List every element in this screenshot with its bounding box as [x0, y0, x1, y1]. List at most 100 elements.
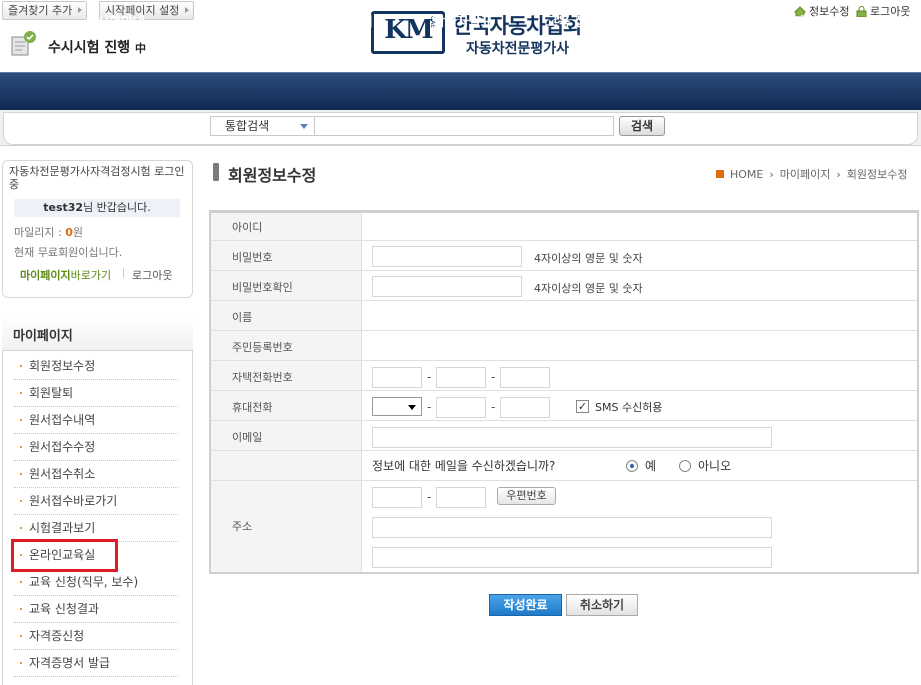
mypage-shortcut-bold: 마이페이지	[20, 269, 71, 282]
mail-no-radio[interactable]	[679, 460, 691, 472]
bullet-icon	[20, 554, 22, 556]
bullet-icon	[20, 446, 22, 448]
sidebar-item-application-edit[interactable]: 원서접수수정	[14, 434, 178, 461]
label-address: 주소	[232, 520, 253, 533]
sms-label: SMS 수신허용	[595, 401, 663, 414]
nav-exam-guide[interactable]: 시험안내	[97, 11, 145, 30]
breadcrumb-mypage[interactable]: 마이페이지	[780, 166, 831, 182]
chevron-right-icon: ›	[836, 167, 841, 181]
search-button[interactable]: 검색	[619, 116, 665, 136]
bullet-icon	[20, 365, 22, 367]
mobile-3[interactable]	[500, 397, 550, 418]
sidebar-item-online-classroom[interactable]: 온라인교육실	[11, 539, 118, 572]
search-category-select[interactable]: 통합검색	[210, 116, 315, 136]
nav-help-center[interactable]: 문의센터	[664, 11, 712, 30]
email-field[interactable]	[372, 427, 772, 448]
chevron-down-icon	[300, 124, 308, 129]
mileage: 마일리지 : 0원	[14, 224, 83, 240]
logout-link[interactable]: 로그아웃	[132, 267, 172, 283]
mileage-value: 0	[65, 226, 73, 239]
bullet-icon	[20, 608, 22, 610]
arrow-right-icon	[78, 7, 83, 13]
home-phone-3[interactable]	[500, 367, 550, 388]
search-input[interactable]	[314, 116, 614, 136]
password-field[interactable]	[372, 246, 522, 267]
breadcrumb-home[interactable]: HOME	[730, 168, 763, 181]
bullet-icon	[20, 500, 22, 502]
row-divider	[211, 360, 917, 361]
row-divider	[211, 450, 917, 451]
mail-yes-radio[interactable]	[626, 460, 638, 472]
cancel-button[interactable]: 취소하기	[566, 594, 638, 616]
exam-status-text: 수시시험 진행	[48, 40, 131, 56]
sidebar-item-education-apply[interactable]: 교육 신청(직무, 보수)	[14, 569, 178, 596]
nav-mypage[interactable]: 마이페이지	[770, 11, 830, 30]
mail-no-label: 아니오	[698, 459, 732, 473]
nav-take-exam[interactable]: 시험보기	[325, 11, 373, 30]
label-home-phone: 자택전화번호	[232, 371, 293, 384]
sidebar-item-application-cancel[interactable]: 원서접수취소	[14, 461, 178, 488]
sidebar-item-label: 교육 신청결과	[29, 602, 100, 616]
mileage-unit: 원	[72, 226, 83, 239]
breadcrumb: HOME › 마이페이지 › 회원정보수정	[716, 166, 908, 182]
sidebar-item-certificate-issue[interactable]: 자격증명서 발급	[14, 650, 178, 677]
row-divider	[211, 300, 917, 301]
nav-education[interactable]: 교육 접수	[546, 11, 598, 30]
sidebar-item-application-shortcut[interactable]: 원서접수바로가기	[14, 488, 178, 515]
mail-question: 정보에 대한 메일을 수신하겠습니까?	[372, 459, 556, 473]
mail-yes-label: 예	[645, 459, 657, 473]
sidebar-item-application-history[interactable]: 원서접수내역	[14, 407, 178, 434]
org-subtitle: 자동차전문평가사	[466, 41, 570, 57]
label-resident-number: 주민등록번호	[232, 341, 293, 354]
search-category-value: 통합검색	[225, 119, 270, 133]
password-hint: 4자이상의 영문 및 숫자	[534, 252, 643, 265]
sidebar-item-certificate-apply[interactable]: 자격증신청	[14, 623, 178, 650]
home-phone-1[interactable]	[372, 367, 422, 388]
dash: -	[427, 490, 432, 504]
label-email: 이메일	[232, 431, 263, 444]
row-divider	[211, 330, 917, 331]
sidebar-item-exam-results[interactable]: 시험결과보기	[14, 515, 178, 542]
bullet-icon	[20, 473, 22, 475]
label-password: 비밀번호	[232, 251, 273, 264]
nav-application[interactable]: 원서접수	[212, 11, 260, 30]
sms-checkbox[interactable]: ✓	[576, 400, 589, 413]
sidebar-item-label: 교육 신청(직무, 보수)	[29, 575, 139, 589]
arrow-right-icon	[185, 7, 190, 13]
mobile-2[interactable]	[436, 397, 486, 418]
logout-top-link[interactable]: 로그아웃	[856, 3, 910, 19]
mypage-shortcut-rest: 바로가기	[70, 269, 112, 282]
welcome-message: test32님 반갑습니다.	[14, 199, 180, 217]
home-phone-2[interactable]	[436, 367, 486, 388]
mobile-prefix-select[interactable]	[372, 397, 422, 416]
home-icon	[716, 170, 724, 178]
sidebar-item-label: 원서접수취소	[29, 467, 96, 481]
label-name: 이름	[232, 311, 253, 324]
sidebar-item-label: 회원탈퇴	[29, 386, 74, 400]
row-divider	[211, 270, 917, 271]
lock-icon	[856, 5, 867, 17]
password-confirm-field[interactable]	[372, 276, 522, 297]
address-line-1[interactable]	[372, 517, 772, 538]
sidebar-item-withdraw[interactable]: 회원탈퇴	[14, 380, 178, 407]
label-mobile: 휴대전화	[232, 401, 273, 414]
row-divider	[211, 240, 917, 241]
sidebar-item-edit-profile[interactable]: 회원정보수정	[14, 353, 178, 380]
zipcode-1[interactable]	[372, 487, 422, 508]
sidebar-item-label: 자격증신청	[29, 629, 85, 643]
label-password-confirm: 비밀번호확인	[232, 281, 293, 294]
add-favorite-button[interactable]: 즐겨찾기 추가	[2, 1, 88, 20]
sidebar-item-label: 원서접수내역	[29, 413, 96, 427]
nav-results[interactable]: 합격자발표	[433, 11, 493, 30]
document-status-icon	[11, 31, 36, 56]
zipcode-2[interactable]	[436, 487, 486, 508]
bullet-icon	[20, 662, 22, 664]
address-line-2[interactable]	[372, 547, 772, 568]
submit-button[interactable]: 작성완료	[489, 594, 562, 616]
main-navigation	[0, 72, 921, 110]
sidebar-item-education-result[interactable]: 교육 신청결과	[14, 596, 178, 623]
dash: -	[491, 370, 496, 384]
mypage-shortcut-link[interactable]: 마이페이지바로가기	[20, 267, 111, 283]
exam-status-suffix: 中	[135, 42, 147, 55]
zipcode-button[interactable]: 우편번호	[497, 487, 556, 505]
